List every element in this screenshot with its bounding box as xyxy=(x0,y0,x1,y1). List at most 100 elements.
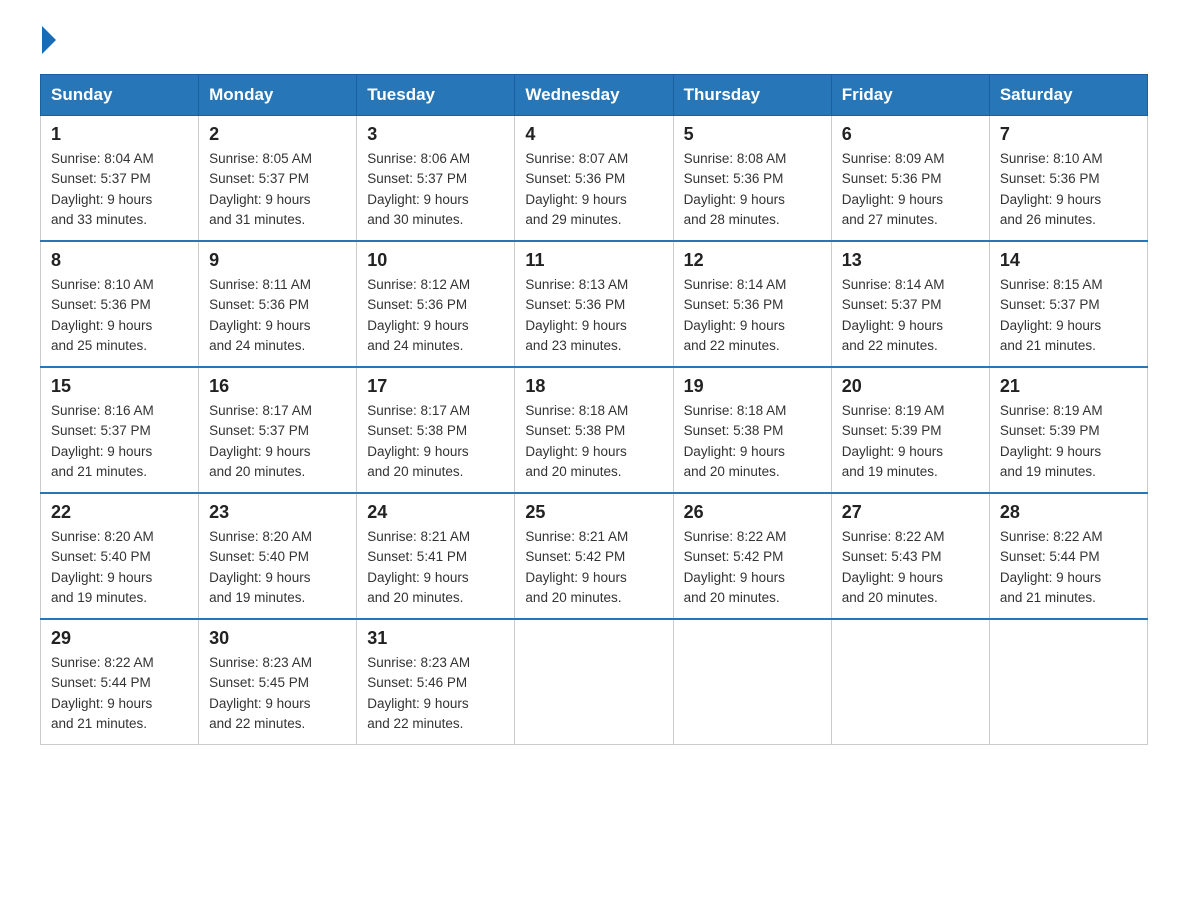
calendar-header: SundayMondayTuesdayWednesdayThursdayFrid… xyxy=(41,75,1148,116)
day-info: Sunrise: 8:14 AMSunset: 5:36 PMDaylight:… xyxy=(684,277,787,353)
day-info: Sunrise: 8:23 AMSunset: 5:46 PMDaylight:… xyxy=(367,655,470,731)
page-header xyxy=(40,30,1148,54)
calendar-cell: 24 Sunrise: 8:21 AMSunset: 5:41 PMDaylig… xyxy=(357,493,515,619)
day-number: 12 xyxy=(684,250,821,271)
calendar-cell: 28 Sunrise: 8:22 AMSunset: 5:44 PMDaylig… xyxy=(989,493,1147,619)
day-number: 9 xyxy=(209,250,346,271)
calendar-cell: 30 Sunrise: 8:23 AMSunset: 5:45 PMDaylig… xyxy=(199,619,357,745)
day-info: Sunrise: 8:13 AMSunset: 5:36 PMDaylight:… xyxy=(525,277,628,353)
day-info: Sunrise: 8:05 AMSunset: 5:37 PMDaylight:… xyxy=(209,151,312,227)
day-number: 23 xyxy=(209,502,346,523)
header-wednesday: Wednesday xyxy=(515,75,673,116)
day-info: Sunrise: 8:19 AMSunset: 5:39 PMDaylight:… xyxy=(842,403,945,479)
day-info: Sunrise: 8:21 AMSunset: 5:41 PMDaylight:… xyxy=(367,529,470,605)
day-info: Sunrise: 8:08 AMSunset: 5:36 PMDaylight:… xyxy=(684,151,787,227)
header-row: SundayMondayTuesdayWednesdayThursdayFrid… xyxy=(41,75,1148,116)
header-tuesday: Tuesday xyxy=(357,75,515,116)
day-info: Sunrise: 8:23 AMSunset: 5:45 PMDaylight:… xyxy=(209,655,312,731)
calendar-cell: 3 Sunrise: 8:06 AMSunset: 5:37 PMDayligh… xyxy=(357,116,515,242)
day-number: 15 xyxy=(51,376,188,397)
calendar-cell: 7 Sunrise: 8:10 AMSunset: 5:36 PMDayligh… xyxy=(989,116,1147,242)
day-number: 1 xyxy=(51,124,188,145)
calendar-cell: 4 Sunrise: 8:07 AMSunset: 5:36 PMDayligh… xyxy=(515,116,673,242)
day-number: 29 xyxy=(51,628,188,649)
header-monday: Monday xyxy=(199,75,357,116)
calendar-body: 1 Sunrise: 8:04 AMSunset: 5:37 PMDayligh… xyxy=(41,116,1148,745)
week-row-5: 29 Sunrise: 8:22 AMSunset: 5:44 PMDaylig… xyxy=(41,619,1148,745)
day-info: Sunrise: 8:17 AMSunset: 5:37 PMDaylight:… xyxy=(209,403,312,479)
calendar-cell: 27 Sunrise: 8:22 AMSunset: 5:43 PMDaylig… xyxy=(831,493,989,619)
calendar-cell: 16 Sunrise: 8:17 AMSunset: 5:37 PMDaylig… xyxy=(199,367,357,493)
day-number: 27 xyxy=(842,502,979,523)
day-number: 30 xyxy=(209,628,346,649)
day-number: 16 xyxy=(209,376,346,397)
day-number: 26 xyxy=(684,502,821,523)
calendar-cell xyxy=(831,619,989,745)
day-info: Sunrise: 8:10 AMSunset: 5:36 PMDaylight:… xyxy=(1000,151,1103,227)
calendar-cell: 12 Sunrise: 8:14 AMSunset: 5:36 PMDaylig… xyxy=(673,241,831,367)
calendar-cell: 23 Sunrise: 8:20 AMSunset: 5:40 PMDaylig… xyxy=(199,493,357,619)
day-number: 22 xyxy=(51,502,188,523)
week-row-1: 1 Sunrise: 8:04 AMSunset: 5:37 PMDayligh… xyxy=(41,116,1148,242)
day-info: Sunrise: 8:17 AMSunset: 5:38 PMDaylight:… xyxy=(367,403,470,479)
day-number: 8 xyxy=(51,250,188,271)
day-info: Sunrise: 8:16 AMSunset: 5:37 PMDaylight:… xyxy=(51,403,154,479)
calendar-cell: 20 Sunrise: 8:19 AMSunset: 5:39 PMDaylig… xyxy=(831,367,989,493)
week-row-2: 8 Sunrise: 8:10 AMSunset: 5:36 PMDayligh… xyxy=(41,241,1148,367)
calendar-cell: 25 Sunrise: 8:21 AMSunset: 5:42 PMDaylig… xyxy=(515,493,673,619)
calendar-cell xyxy=(989,619,1147,745)
day-info: Sunrise: 8:11 AMSunset: 5:36 PMDaylight:… xyxy=(209,277,311,353)
day-info: Sunrise: 8:22 AMSunset: 5:43 PMDaylight:… xyxy=(842,529,945,605)
header-thursday: Thursday xyxy=(673,75,831,116)
day-info: Sunrise: 8:20 AMSunset: 5:40 PMDaylight:… xyxy=(209,529,312,605)
day-number: 11 xyxy=(525,250,662,271)
day-info: Sunrise: 8:06 AMSunset: 5:37 PMDaylight:… xyxy=(367,151,470,227)
day-number: 5 xyxy=(684,124,821,145)
day-info: Sunrise: 8:09 AMSunset: 5:36 PMDaylight:… xyxy=(842,151,945,227)
calendar-cell: 9 Sunrise: 8:11 AMSunset: 5:36 PMDayligh… xyxy=(199,241,357,367)
day-info: Sunrise: 8:04 AMSunset: 5:37 PMDaylight:… xyxy=(51,151,154,227)
calendar-cell xyxy=(515,619,673,745)
calendar-cell: 29 Sunrise: 8:22 AMSunset: 5:44 PMDaylig… xyxy=(41,619,199,745)
day-info: Sunrise: 8:22 AMSunset: 5:44 PMDaylight:… xyxy=(1000,529,1103,605)
calendar-cell: 1 Sunrise: 8:04 AMSunset: 5:37 PMDayligh… xyxy=(41,116,199,242)
day-number: 25 xyxy=(525,502,662,523)
header-saturday: Saturday xyxy=(989,75,1147,116)
day-info: Sunrise: 8:10 AMSunset: 5:36 PMDaylight:… xyxy=(51,277,154,353)
day-number: 6 xyxy=(842,124,979,145)
calendar-cell: 13 Sunrise: 8:14 AMSunset: 5:37 PMDaylig… xyxy=(831,241,989,367)
calendar-cell: 14 Sunrise: 8:15 AMSunset: 5:37 PMDaylig… xyxy=(989,241,1147,367)
day-info: Sunrise: 8:22 AMSunset: 5:42 PMDaylight:… xyxy=(684,529,787,605)
day-info: Sunrise: 8:14 AMSunset: 5:37 PMDaylight:… xyxy=(842,277,945,353)
day-number: 17 xyxy=(367,376,504,397)
day-number: 7 xyxy=(1000,124,1137,145)
day-number: 3 xyxy=(367,124,504,145)
calendar-cell: 5 Sunrise: 8:08 AMSunset: 5:36 PMDayligh… xyxy=(673,116,831,242)
day-number: 2 xyxy=(209,124,346,145)
calendar-cell: 31 Sunrise: 8:23 AMSunset: 5:46 PMDaylig… xyxy=(357,619,515,745)
day-info: Sunrise: 8:20 AMSunset: 5:40 PMDaylight:… xyxy=(51,529,154,605)
day-number: 14 xyxy=(1000,250,1137,271)
day-number: 24 xyxy=(367,502,504,523)
calendar-cell: 2 Sunrise: 8:05 AMSunset: 5:37 PMDayligh… xyxy=(199,116,357,242)
day-number: 10 xyxy=(367,250,504,271)
day-info: Sunrise: 8:12 AMSunset: 5:36 PMDaylight:… xyxy=(367,277,470,353)
calendar-cell: 17 Sunrise: 8:17 AMSunset: 5:38 PMDaylig… xyxy=(357,367,515,493)
calendar-cell: 6 Sunrise: 8:09 AMSunset: 5:36 PMDayligh… xyxy=(831,116,989,242)
day-info: Sunrise: 8:07 AMSunset: 5:36 PMDaylight:… xyxy=(525,151,628,227)
day-number: 4 xyxy=(525,124,662,145)
day-info: Sunrise: 8:18 AMSunset: 5:38 PMDaylight:… xyxy=(525,403,628,479)
calendar-cell: 15 Sunrise: 8:16 AMSunset: 5:37 PMDaylig… xyxy=(41,367,199,493)
day-info: Sunrise: 8:21 AMSunset: 5:42 PMDaylight:… xyxy=(525,529,628,605)
calendar-table: SundayMondayTuesdayWednesdayThursdayFrid… xyxy=(40,74,1148,745)
day-info: Sunrise: 8:22 AMSunset: 5:44 PMDaylight:… xyxy=(51,655,154,731)
day-number: 19 xyxy=(684,376,821,397)
calendar-cell: 26 Sunrise: 8:22 AMSunset: 5:42 PMDaylig… xyxy=(673,493,831,619)
day-info: Sunrise: 8:18 AMSunset: 5:38 PMDaylight:… xyxy=(684,403,787,479)
logo xyxy=(40,30,56,54)
calendar-cell: 22 Sunrise: 8:20 AMSunset: 5:40 PMDaylig… xyxy=(41,493,199,619)
day-number: 28 xyxy=(1000,502,1137,523)
day-number: 21 xyxy=(1000,376,1137,397)
calendar-cell: 10 Sunrise: 8:12 AMSunset: 5:36 PMDaylig… xyxy=(357,241,515,367)
day-number: 18 xyxy=(525,376,662,397)
